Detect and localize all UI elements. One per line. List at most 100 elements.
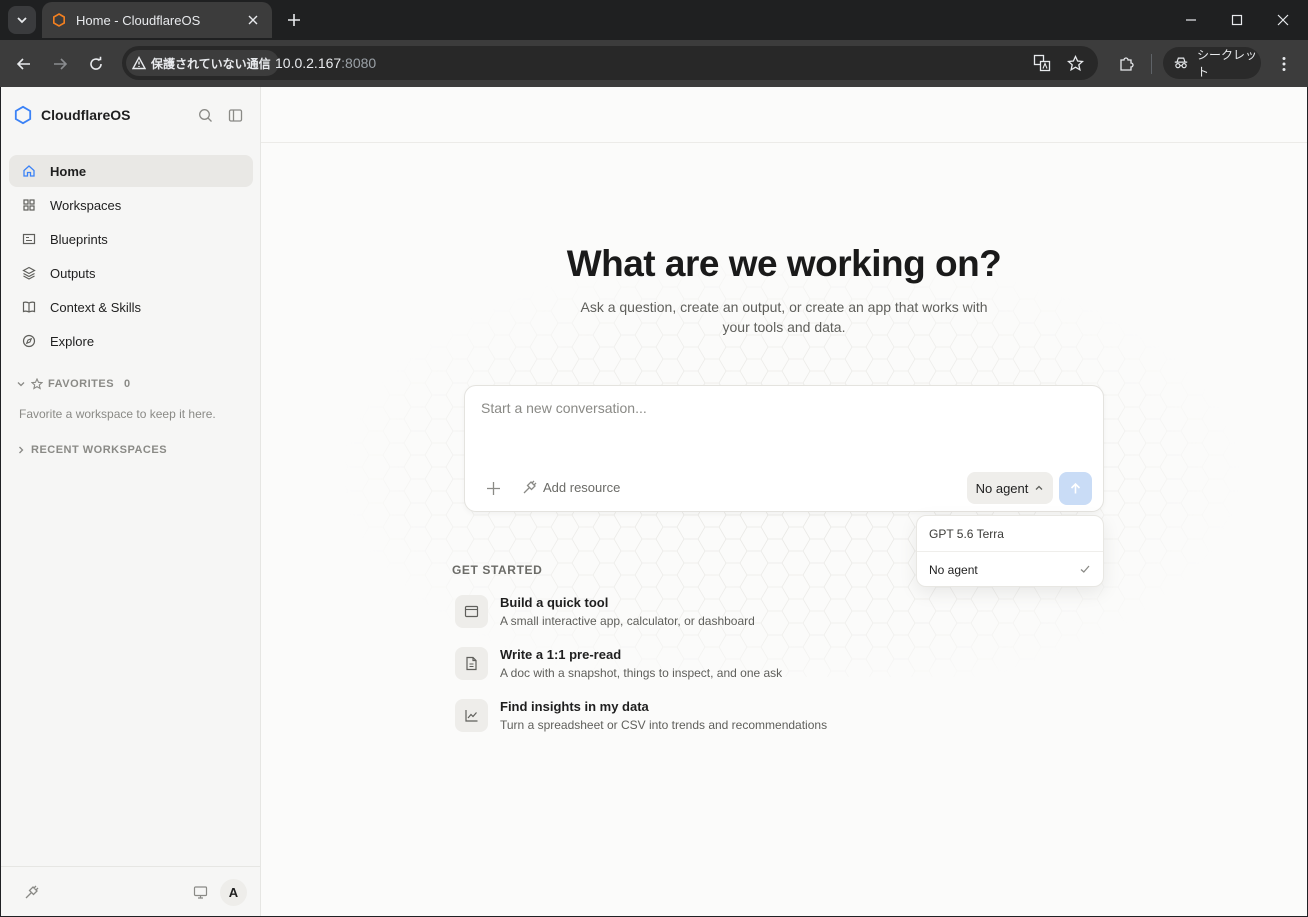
sidebar-item-label: Context & Skills — [50, 299, 142, 315]
favorites-header[interactable]: FAVORITES 0 — [16, 378, 131, 390]
tab-title: Home - CloudflareOS — [76, 12, 201, 28]
translate-icon — [1033, 54, 1051, 72]
get-started-item[interactable]: Find insights in my data Turn a spreadsh… — [455, 697, 1055, 737]
avatar[interactable]: A — [220, 879, 247, 906]
tab-close-button[interactable] — [244, 11, 262, 29]
sidebar-item-label: Blueprints — [50, 231, 108, 247]
url-text[interactable]: 10.0.2.167:8080 — [275, 55, 376, 71]
close-icon — [248, 15, 258, 25]
agent-option-none[interactable]: No agent — [917, 552, 1103, 588]
chevron-down-icon — [17, 382, 25, 387]
puzzle-icon — [1119, 56, 1134, 71]
url-port: :8080 — [341, 55, 377, 71]
close-icon — [1277, 14, 1289, 26]
maximize-icon — [1231, 14, 1243, 26]
plug-icon — [25, 885, 38, 898]
send-button[interactable] — [1059, 472, 1092, 505]
add-resource-button[interactable]: Add resource — [522, 480, 620, 495]
check-icon — [1080, 565, 1090, 573]
get-started-item-desc: Turn a spreadsheet or CSV into trends an… — [500, 718, 828, 732]
conversation-composer: Add resource No agent — [464, 385, 1104, 512]
browser-tab-active[interactable]: Home - CloudflareOS — [42, 2, 272, 38]
agent-option-label: GPT 5.6 Terra — [929, 526, 1004, 541]
display-settings-button[interactable] — [190, 882, 210, 902]
search-icon — [198, 108, 212, 122]
tab-search-button[interactable] — [8, 6, 36, 34]
maximize-button[interactable] — [1214, 0, 1260, 40]
sidebar-nav: Home Workspaces Blueprints Outputs Conte… — [9, 155, 253, 359]
arrow-left-icon — [16, 58, 30, 70]
sidebar-item-workspaces[interactable]: Workspaces — [9, 189, 253, 221]
url-host: 10.0.2.167 — [275, 55, 342, 71]
page-subtitle: Ask a question, create an output, or cre… — [580, 299, 988, 335]
get-started-item-title: Build a quick tool — [500, 595, 609, 610]
add-resource-label: Add resource — [543, 480, 621, 495]
sidebar-footer: A — [1, 866, 260, 916]
translate-button[interactable] — [1032, 53, 1052, 73]
connections-button[interactable] — [21, 882, 41, 902]
brand-name: CloudflareOS — [41, 107, 131, 123]
browser-menu-button[interactable] — [1270, 50, 1298, 78]
back-button[interactable] — [10, 50, 38, 78]
forward-button[interactable] — [46, 50, 74, 78]
agent-option-gpt[interactable]: GPT 5.6 Terra — [917, 516, 1103, 552]
plus-icon — [486, 481, 500, 495]
sidebar-item-label: Outputs — [50, 265, 96, 281]
sidebar-item-label: Workspaces — [50, 197, 122, 213]
get-started-item-desc: A small interactive app, calculator, or … — [500, 614, 755, 628]
new-tab-button[interactable] — [282, 8, 306, 32]
sidebar-item-context-skills[interactable]: Context & Skills — [9, 291, 253, 323]
brand[interactable]: CloudflareOS — [13, 105, 130, 125]
sidebar-toggle-button[interactable] — [225, 105, 245, 125]
browser-tabstrip: Home - CloudflareOS — [0, 0, 1308, 40]
blueprint-icon — [22, 233, 36, 245]
recent-workspaces-header[interactable]: RECENT WORKSPACES — [16, 444, 167, 456]
hexagon-logo-icon — [14, 105, 32, 125]
main-content: What are we working on? Ask a question, … — [261, 87, 1307, 916]
extensions-button[interactable] — [1112, 50, 1140, 78]
compass-icon — [22, 334, 36, 348]
reload-button[interactable] — [82, 50, 110, 78]
agent-select-button[interactable]: No agent — [967, 472, 1053, 504]
security-label: 保護されていない通信 — [151, 56, 271, 71]
toolbar-separator — [1151, 54, 1152, 74]
bookmark-button[interactable] — [1065, 53, 1085, 73]
warning-triangle-icon — [132, 56, 146, 70]
conversation-input[interactable] — [481, 400, 1081, 416]
sidebar-panel-icon — [228, 108, 242, 122]
home-icon — [23, 165, 35, 177]
monitor-icon — [193, 885, 207, 899]
favicon-hexagon-icon — [53, 13, 65, 27]
minimize-icon — [1186, 19, 1196, 21]
arrow-right-icon — [54, 58, 68, 70]
sidebar-item-label: Explore — [50, 333, 95, 349]
attach-button[interactable] — [483, 478, 503, 498]
chart-icon — [455, 699, 488, 732]
sidebar-search-button[interactable] — [195, 105, 215, 125]
get-started-item-title: Find insights in my data — [500, 699, 649, 714]
window-close-button[interactable] — [1260, 0, 1306, 40]
security-chip[interactable]: 保護されていない通信 — [126, 50, 279, 76]
sidebar-item-blueprints[interactable]: Blueprints — [9, 223, 253, 255]
incognito-label: シークレット — [1197, 48, 1258, 79]
sidebar-item-label: Home — [50, 163, 87, 179]
window-icon — [455, 595, 488, 628]
chevron-right-icon — [19, 446, 24, 454]
minimize-button[interactable] — [1168, 0, 1214, 40]
plug-icon — [523, 480, 537, 494]
app-root: CloudflareOS Home Workspaces Blueprints — [1, 87, 1307, 916]
page-title: What are we working on? — [566, 243, 1002, 284]
sidebar-item-explore[interactable]: Explore — [9, 325, 253, 357]
incognito-chip[interactable]: シークレット — [1163, 47, 1261, 79]
get-started-title: GET STARTED — [452, 563, 543, 577]
arrow-up-icon — [1070, 482, 1081, 494]
get-started-item[interactable]: Build a quick tool A small interactive a… — [455, 593, 1055, 633]
book-icon — [22, 301, 36, 313]
agent-select-label: No agent — [975, 480, 1029, 496]
get-started-item[interactable]: Write a 1:1 pre-read A doc with a snapsh… — [455, 645, 1055, 685]
address-bar[interactable]: 保護されていない通信 10.0.2.167:8080 — [122, 46, 1098, 80]
sidebar-item-home[interactable]: Home — [9, 155, 253, 187]
sidebar-item-outputs[interactable]: Outputs — [9, 257, 253, 289]
plus-icon — [288, 14, 300, 26]
star-icon — [1066, 54, 1084, 71]
